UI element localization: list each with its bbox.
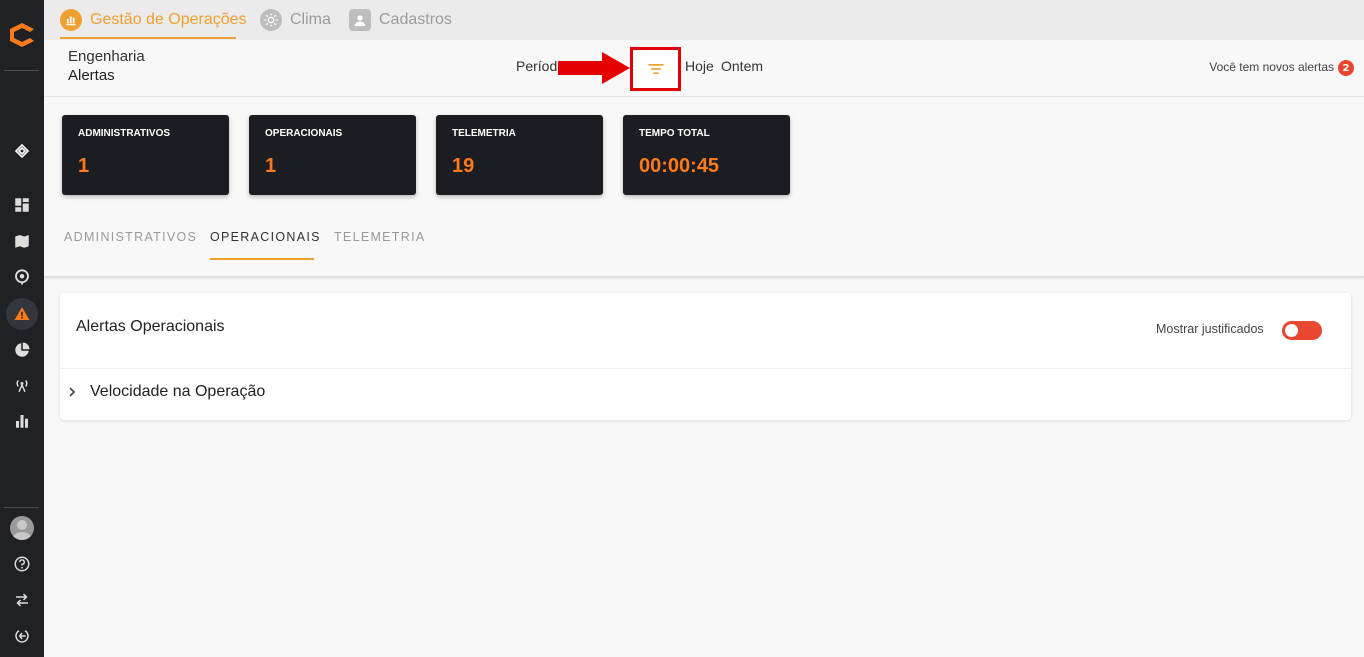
sidebar-divider (4, 70, 39, 71)
stat-label: TELEMETRIA (452, 128, 516, 139)
period-filter-button[interactable] (630, 47, 681, 91)
help-icon[interactable] (10, 552, 34, 576)
toggle-knob (1285, 324, 1298, 337)
active-tab-underline (60, 37, 236, 39)
user-icon (349, 9, 371, 31)
today-button[interactable]: Hoje (685, 58, 714, 74)
tab-label: Clima (290, 11, 331, 28)
alerts-panel: Alertas Operacionais Mostrar justificado… (60, 293, 1351, 420)
stat-card-tempo-total[interactable]: TEMPO TOTAL 00:00:45 (623, 115, 790, 195)
stat-label: OPERACIONAIS (265, 128, 343, 139)
new-alerts-link[interactable]: Você tem novos alertas (1209, 60, 1334, 74)
logout-icon[interactable] (10, 624, 34, 648)
tab-telemetria[interactable]: TELEMETRIA (334, 230, 426, 244)
modules-diamond-icon[interactable] (10, 139, 34, 163)
avatar[interactable] (10, 516, 34, 540)
bar-chart-icon[interactable] (10, 409, 34, 433)
stat-label: ADMINISTRATIVOS (78, 128, 171, 139)
section-divider (44, 276, 1364, 278)
brand-logo-icon (6, 21, 38, 49)
stat-card-telemetria[interactable]: TELEMETRIA 19 (436, 115, 603, 195)
show-justified-toggle[interactable] (1282, 321, 1322, 340)
tab-label: Cadastros (379, 11, 452, 28)
alerts-count-badge[interactable]: 2 (1338, 60, 1354, 76)
tab-label: Gestão de Operações (90, 11, 247, 28)
pie-chart-icon[interactable] (10, 338, 34, 362)
stat-label: TEMPO TOTAL (639, 128, 710, 139)
page-header: Engenharia Alertas Período Hoje Ontem Vo… (44, 40, 1364, 97)
dashboard-icon[interactable] (10, 193, 34, 217)
tab-cadastros[interactable]: Cadastros (349, 8, 452, 32)
show-justified-label: Mostrar justificados (1156, 322, 1264, 336)
alert-group-velocidade[interactable]: Velocidade na Operação (90, 383, 265, 401)
sidebar (0, 0, 44, 657)
stat-card-administrativos[interactable]: ADMINISTRATIVOS 1 (62, 115, 229, 195)
stat-value: 00:00:45 (639, 155, 720, 177)
map-icon[interactable] (10, 229, 34, 253)
stat-value: 1 (265, 155, 277, 177)
tab-gestao-operacoes[interactable]: Gestão de Operações (60, 8, 247, 32)
sidebar-divider-bottom (4, 507, 39, 508)
tab-clima[interactable]: Clima (260, 8, 331, 32)
page-title: Alertas (68, 67, 115, 84)
active-section-underline (210, 258, 314, 260)
panel-divider (60, 368, 1351, 369)
swap-icon[interactable] (10, 588, 34, 612)
breadcrumb-section[interactable]: Engenharia (68, 48, 145, 65)
stat-card-operacionais[interactable]: OPERACIONAIS 1 (249, 115, 416, 195)
antenna-icon[interactable] (10, 373, 34, 397)
sun-icon (260, 9, 282, 31)
tab-operacionais[interactable]: OPERACIONAIS (210, 230, 321, 244)
panel-title: Alertas Operacionais (76, 318, 225, 335)
chart-hand-icon (60, 9, 82, 31)
location-icon[interactable] (10, 265, 34, 289)
filter-icon (648, 64, 663, 74)
stat-value: 19 (452, 155, 475, 177)
red-arrow-annotation-icon (558, 52, 630, 84)
alert-warning-icon[interactable] (10, 302, 34, 326)
stat-value: 1 (78, 155, 90, 177)
tab-administrativos[interactable]: ADMINISTRATIVOS (64, 230, 197, 244)
chevron-right-icon[interactable] (66, 386, 78, 402)
yesterday-button[interactable]: Ontem (721, 58, 763, 74)
